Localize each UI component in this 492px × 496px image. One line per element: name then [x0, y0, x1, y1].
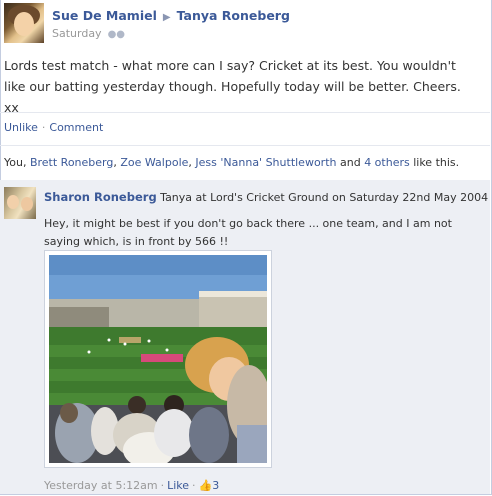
- thumbs-up-icon[interactable]: 👍: [199, 479, 213, 492]
- liker-link[interactable]: Jess 'Nanna' Shuttleworth: [195, 156, 336, 169]
- story-names: Sue De Mamiel ▶ Tanya Roneberg: [52, 8, 290, 23]
- likes-and: and: [336, 156, 365, 169]
- like-count[interactable]: 3: [212, 479, 219, 492]
- comment-header: Sharon Roneberg Tanya at Lord's Cricket …: [44, 190, 488, 204]
- commenter-avatar[interactable]: [4, 187, 36, 219]
- comment-footer: Yesterday at 5:12am · Like · 👍3: [44, 479, 219, 492]
- story-actions: Unlike · Comment: [4, 121, 103, 134]
- commenter-name-link[interactable]: Sharon Roneberg: [44, 190, 157, 204]
- timestamp[interactable]: Saturday: [52, 27, 102, 40]
- cricket-photo[interactable]: [49, 255, 267, 463]
- unlike-link[interactable]: Unlike: [4, 121, 38, 134]
- people-icon: ●●: [107, 29, 126, 40]
- arrow-icon: ▶: [162, 12, 171, 23]
- separator-dot: ·: [160, 479, 165, 492]
- photo-frame: [44, 250, 272, 468]
- comment-text: Hey, it might be best if you don't go ba…: [44, 217, 452, 248]
- target-name-link[interactable]: Tanya Roneberg: [177, 8, 290, 23]
- separator-dot: ·: [41, 121, 46, 134]
- author-name-link[interactable]: Sue De Mamiel: [52, 8, 157, 23]
- story-header: Sue De Mamiel ▶ Tanya Roneberg Saturday ●●: [4, 3, 484, 43]
- story-meta: Saturday ●●: [52, 27, 125, 40]
- liker-link[interactable]: Zoe Walpole: [120, 156, 188, 169]
- author-avatar[interactable]: [4, 3, 44, 43]
- likes-prefix: You,: [4, 156, 30, 169]
- likes-suffix: like this.: [409, 156, 460, 169]
- likes-sentence: You, Brett Roneberg, Zoe Walpole, Jess '…: [4, 156, 460, 169]
- divider: [0, 145, 490, 146]
- liker-link[interactable]: Brett Roneberg: [30, 156, 113, 169]
- avatar-face: [14, 12, 34, 36]
- avatar-face: [7, 195, 19, 209]
- divider: [0, 112, 490, 113]
- comment-link[interactable]: Comment: [49, 121, 103, 134]
- separator-dot: ·: [192, 479, 196, 492]
- others-link[interactable]: 4 others: [364, 156, 410, 169]
- cricket-photo-image: [49, 255, 267, 463]
- comment-timestamp[interactable]: Yesterday at 5:12am: [44, 479, 158, 492]
- avatar-face: [21, 197, 33, 211]
- photo-caption: Tanya at Lord's Cricket Ground on Saturd…: [160, 191, 489, 204]
- like-link[interactable]: Like: [167, 479, 189, 492]
- status-text: Lords test match - what more can I say? …: [4, 58, 461, 115]
